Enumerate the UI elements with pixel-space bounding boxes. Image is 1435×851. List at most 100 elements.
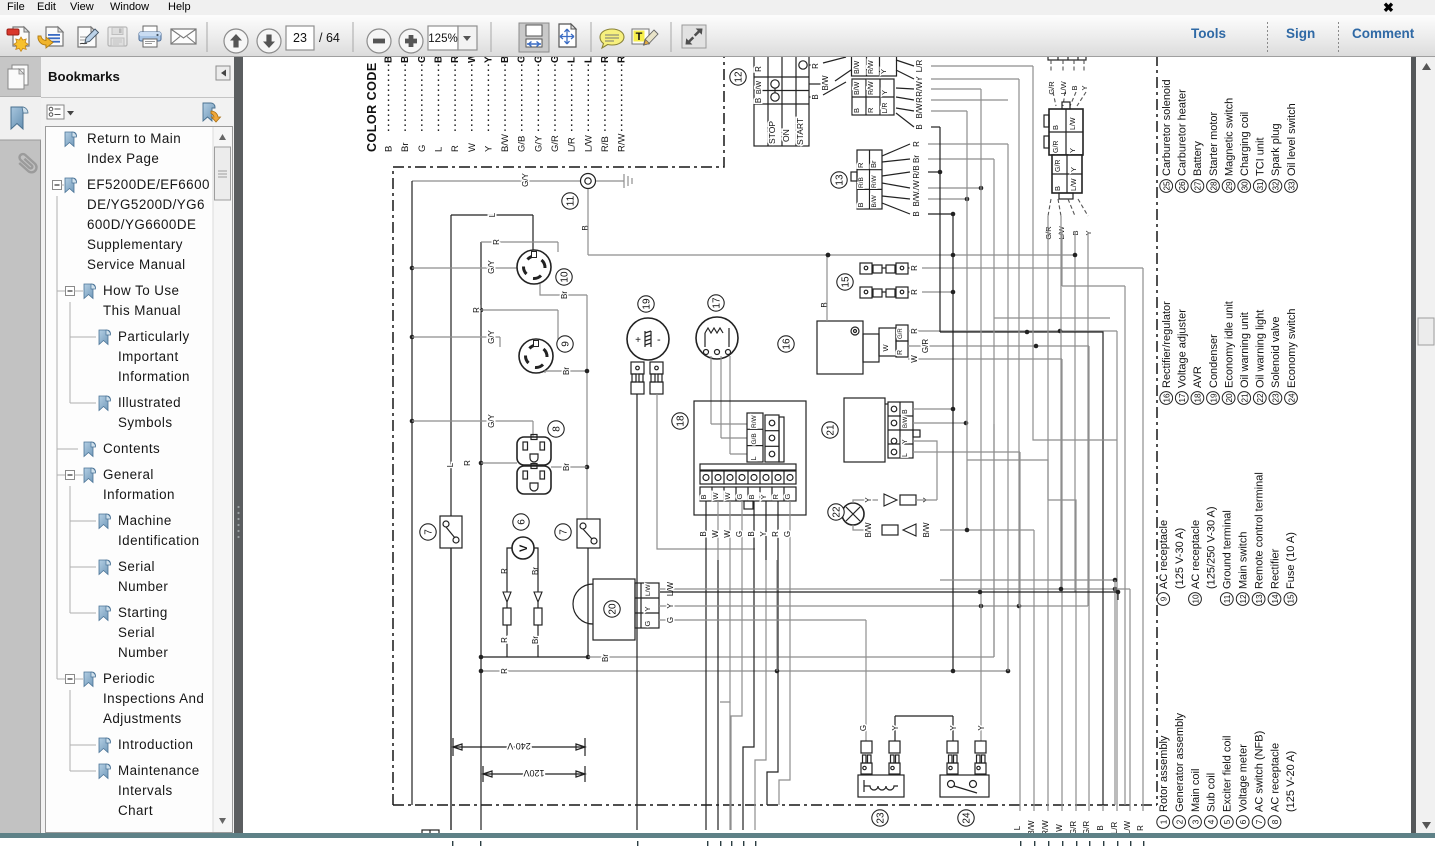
svg-text:B: B (699, 531, 708, 536)
svg-text:START: START (795, 118, 805, 145)
svg-text:L/W: L/W (583, 57, 594, 63)
svg-text:Economy idle unit: Economy idle unit (1223, 301, 1235, 388)
svg-text:7: 7 (1255, 819, 1264, 824)
svg-text:Supplementary: Supplementary (87, 237, 183, 252)
svg-text:20: 20 (1225, 393, 1234, 403)
svg-text:B: B (915, 124, 924, 129)
svg-text:Br: Br (562, 367, 571, 375)
svg-text:Bookmarks: Bookmarks (48, 69, 120, 84)
svg-text:Sub coil: Sub coil (1206, 773, 1218, 812)
svg-text:W: W (1055, 824, 1064, 832)
svg-text:(125 V-20 A): (125 V-20 A) (1285, 751, 1297, 812)
svg-text:B: B (699, 494, 708, 499)
svg-text:B/W: B/W (821, 75, 830, 91)
svg-text:Y: Y (880, 90, 889, 95)
svg-text:3: 3 (1191, 819, 1200, 824)
svg-text:L/W: L/W (1059, 80, 1068, 94)
svg-text:Identification: Identification (118, 533, 200, 548)
svg-text:R: R (915, 97, 924, 103)
svg-text:Spark plug: Spark plug (1270, 123, 1282, 176)
svg-text:Solenoid valve: Solenoid valve (1270, 316, 1282, 388)
svg-text:240 V: 240 V (507, 741, 531, 751)
svg-text:7: 7 (559, 529, 570, 535)
svg-text:29: 29 (1225, 181, 1234, 191)
svg-text:G/R: G/R (550, 57, 561, 63)
svg-text:Oil warning unit: Oil warning unit (1239, 312, 1251, 388)
svg-text:L/W: L/W (583, 135, 594, 152)
svg-text:R: R (500, 668, 509, 674)
svg-text:R: R (856, 162, 865, 168)
svg-text:9: 9 (1160, 596, 1169, 601)
svg-text:14: 14 (1271, 594, 1280, 604)
svg-text:Intervals: Intervals (118, 783, 173, 798)
svg-text:L/W: L/W (1071, 178, 1078, 191)
svg-text:22: 22 (832, 506, 843, 518)
svg-text:16: 16 (782, 338, 793, 350)
svg-text:G: G (859, 725, 868, 731)
svg-text:Oil level switch: Oil level switch (1286, 103, 1298, 176)
svg-text:STOP: STOP (767, 121, 777, 144)
svg-text:Fuse (10 A): Fuse (10 A) (1285, 532, 1297, 589)
svg-text:/ 64: / 64 (319, 31, 340, 45)
svg-text:G/R: G/R (1053, 141, 1060, 153)
svg-text:24: 24 (1287, 393, 1296, 403)
svg-text:31: 31 (1256, 181, 1265, 191)
svg-text:Brown: Brown (400, 57, 411, 63)
svg-text:G/R: G/R (921, 339, 930, 353)
svg-text:B: B (754, 98, 763, 103)
svg-text:Starter motor: Starter motor (1208, 111, 1220, 176)
svg-text:TCI unit: TCI unit (1255, 137, 1267, 176)
svg-text:Battery: Battery (1192, 141, 1204, 176)
svg-text:Y: Y (864, 497, 873, 503)
svg-text:Y: Y (759, 494, 768, 499)
svg-text:23: 23 (876, 812, 887, 824)
svg-text:Voltage meter: Voltage meter (1238, 744, 1250, 812)
svg-text:12: 12 (734, 71, 745, 83)
svg-text:G/R: G/R (1069, 821, 1078, 834)
svg-text:Y: Y (1069, 167, 1078, 172)
svg-text:B: B (581, 225, 590, 230)
svg-text:COLOR CODE: COLOR CODE (365, 62, 379, 152)
svg-text:Rectifier: Rectifier (1269, 548, 1281, 589)
svg-text:R/W: R/W (915, 81, 924, 97)
svg-text:W: W (881, 344, 890, 352)
svg-text:Br: Br (531, 636, 540, 644)
svg-text:W: W (711, 492, 720, 500)
svg-text:Main coil: Main coil (1190, 769, 1202, 812)
svg-text:B: B (1051, 125, 1060, 130)
svg-text:G/R: G/R (1047, 81, 1056, 95)
svg-text:Number: Number (118, 579, 168, 594)
svg-text:EF5200DE/EF6600: EF5200DE/EF6600 (87, 177, 210, 192)
svg-text:Chart: Chart (118, 803, 153, 818)
svg-text:23: 23 (1272, 393, 1281, 403)
svg-text:R: R (754, 66, 763, 72)
svg-text:G/B: G/B (751, 433, 758, 444)
svg-text:Y: Y (483, 145, 494, 152)
svg-text:1: 1 (1160, 819, 1169, 824)
svg-text:Magnetic switch: Magnetic switch (1223, 98, 1235, 176)
svg-text:R/W: R/W (617, 134, 628, 153)
svg-text:B: B (747, 531, 756, 536)
svg-text:Serial: Serial (118, 625, 155, 640)
svg-text:L/R: L/R (567, 57, 578, 63)
svg-text:G: G (783, 494, 792, 500)
svg-text:13: 13 (835, 174, 846, 186)
svg-text:R/W: R/W (868, 81, 875, 95)
svg-text:G/B: G/B (517, 57, 528, 63)
svg-text:G/R: G/R (898, 328, 904, 339)
svg-text:L: L (433, 147, 444, 152)
svg-text:Black: Black (384, 57, 395, 63)
svg-text:Rotor assembly: Rotor assembly (1158, 735, 1170, 812)
svg-text:6: 6 (1239, 819, 1248, 824)
svg-text:Ground terminal: Ground terminal (1222, 510, 1234, 589)
svg-text:B: B (384, 146, 395, 152)
svg-text:20: 20 (608, 603, 619, 615)
svg-text:White: White (467, 57, 478, 63)
svg-text:19: 19 (1209, 393, 1218, 403)
svg-text:Main switch: Main switch (1238, 532, 1250, 589)
svg-text:Maintenance: Maintenance (118, 763, 200, 778)
svg-text:11: 11 (566, 195, 577, 206)
svg-text:26: 26 (1178, 181, 1187, 191)
svg-text:33: 33 (1287, 181, 1296, 191)
svg-text:Y: Y (891, 725, 900, 731)
